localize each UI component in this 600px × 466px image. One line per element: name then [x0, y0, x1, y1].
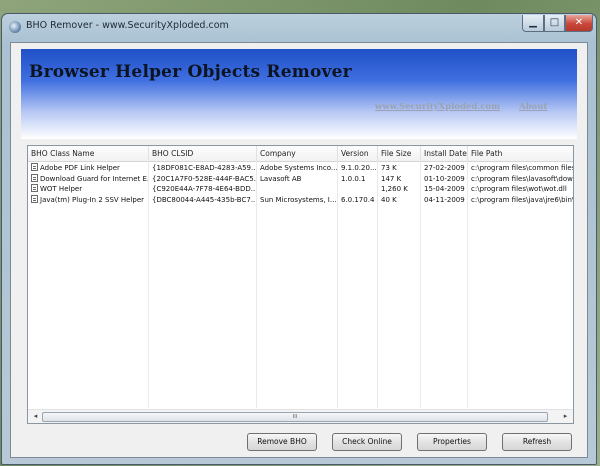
cell-file-path: c:\program files\common files\...: [471, 164, 574, 172]
check-online-button[interactable]: Check Online: [332, 433, 402, 451]
cell-file-path: c:\program files\lavasoft\down...: [471, 174, 574, 183]
cell-install-date: 27-02-2009: [424, 164, 465, 172]
column-divider: [337, 161, 338, 408]
cell-company: Sun Microsystems, I...: [260, 195, 337, 204]
website-link[interactable]: www.SecurityXploded.com: [375, 102, 500, 112]
app-window: BHO Remover - www.SecurityXploded.com ▁ …: [1, 13, 597, 465]
file-icon: [31, 194, 38, 203]
cell-file-size: 73 K: [381, 164, 397, 172]
column-header-file-path[interactable]: File Path: [468, 146, 573, 161]
table-row[interactable]: WOT Helper {C920E44A-7F78-4E64-BDD... 1,26…: [28, 184, 573, 195]
cell-class-name: Java(tm) Plug-In 2 SSV Helper: [28, 194, 149, 206]
cell-version: 1.0.0.1: [341, 174, 366, 183]
scroll-left-arrow-icon[interactable]: ◂: [30, 411, 41, 422]
bho-name: WOT Helper: [40, 185, 83, 193]
file-icon: [31, 173, 38, 182]
table-row[interactable]: Adobe PDF Link Helper {18DF081C-E8AD-4283…: [28, 163, 573, 174]
cell-install-date: 15-04-2009: [424, 185, 465, 193]
column-divider: [420, 161, 421, 408]
title-bar[interactable]: BHO Remover - www.SecurityXploded.com ▁ …: [2, 14, 596, 42]
cell-install-date: 04-11-2009: [424, 195, 465, 204]
bho-list[interactable]: BHO Class Name ^ BHO CLSID Company Version Fi…: [27, 145, 574, 424]
column-header-file-size[interactable]: File Size: [378, 146, 421, 161]
refresh-button[interactable]: Refresh: [502, 433, 572, 451]
cell-version: 9.1.0.20...: [341, 164, 377, 172]
table-row[interactable]: Download Guard for Internet E... {20C1A7F…: [28, 173, 574, 185]
app-icon: [9, 21, 21, 33]
bho-name: Java(tm) Plug-In 2 SSV Helper: [40, 195, 145, 204]
cell-file-path: c:\program files\java\jre6\bin\j...: [471, 195, 574, 204]
file-icon: [31, 184, 38, 192]
about-link[interactable]: About: [519, 102, 547, 112]
maximize-button[interactable]: □: [544, 15, 565, 32]
sort-ascending-icon: ^: [86, 145, 92, 150]
cell-version: 6.0.170.4: [341, 195, 375, 204]
cell-class-name: WOT Helper: [28, 184, 149, 195]
column-divider: [467, 161, 468, 408]
scroll-right-arrow-icon[interactable]: ▸: [560, 411, 571, 422]
column-header-company[interactable]: Company: [257, 146, 338, 161]
cell-class-name: Adobe PDF Link Helper: [28, 163, 149, 174]
cell-install-date: 01-10-2009: [424, 174, 465, 183]
properties-button[interactable]: Properties: [417, 433, 487, 451]
table-row[interactable]: Java(tm) Plug-In 2 SSV Helper {DBC80044-A…: [28, 194, 574, 206]
bho-name: Download Guard for Internet E...: [40, 174, 149, 183]
cell-file-path: c:\program files\wot\wot.dll: [471, 185, 567, 193]
column-header-clsid[interactable]: BHO CLSID: [149, 146, 257, 161]
column-header-version[interactable]: Version: [338, 146, 378, 161]
close-button[interactable]: ✕: [565, 15, 593, 32]
cell-class-name: Download Guard for Internet E...: [28, 173, 149, 185]
client-area: Browser Helper Objects Remover www.Secur…: [10, 42, 588, 458]
cell-file-size: 1,260 K: [381, 185, 408, 193]
column-divider: [377, 161, 378, 408]
horizontal-scrollbar[interactable]: ◂ III ▸: [28, 409, 573, 423]
column-header-row: BHO Class Name ^ BHO CLSID Company Version Fi…: [28, 146, 573, 162]
remove-bho-button[interactable]: Remove BHO: [247, 433, 317, 451]
header-banner: Browser Helper Objects Remover www.Secur…: [21, 49, 577, 139]
scrollbar-thumb[interactable]: III: [42, 412, 548, 422]
cell-file-size: 40 K: [381, 195, 397, 204]
cell-clsid: {20C1A7F0-528E-444F-BAC5...: [152, 174, 257, 183]
cell-clsid: {C920E44A-7F78-4E64-BDD...: [152, 185, 257, 193]
column-divider: [148, 161, 149, 408]
column-header-install-date[interactable]: Install Date: [421, 146, 468, 161]
banner-heading: Browser Helper Objects Remover: [29, 62, 352, 82]
cell-company: Lavasoft AB: [260, 174, 302, 183]
cell-version: [338, 184, 378, 195]
window-title: BHO Remover - www.SecurityXploded.com: [26, 20, 229, 31]
bho-name: Adobe PDF Link Helper: [40, 164, 120, 172]
cell-company: [257, 184, 338, 195]
minimize-button[interactable]: ▁: [522, 15, 544, 32]
column-divider: [256, 161, 257, 408]
cell-clsid: {DBC80044-A445-435b-BC7...: [152, 195, 257, 204]
cell-clsid: {18DF081C-E8AD-4283-A59...: [152, 164, 257, 172]
cell-file-size: 147 K: [381, 174, 402, 183]
cell-company: Adobe Systems Inco...: [260, 164, 338, 172]
file-icon: [31, 163, 38, 171]
